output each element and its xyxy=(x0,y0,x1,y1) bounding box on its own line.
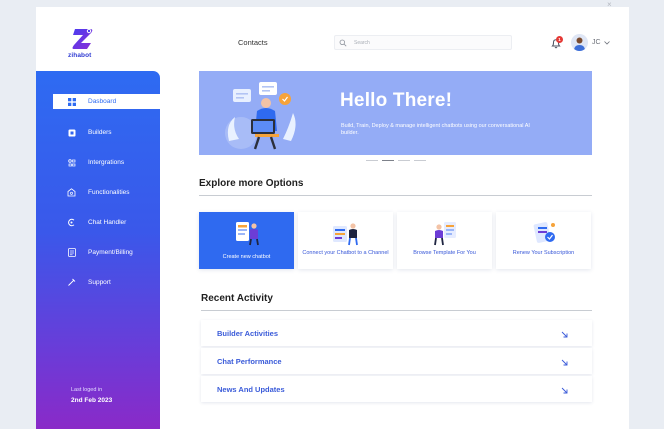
explore-section-title: Explore more Options xyxy=(199,178,304,189)
search-icon xyxy=(339,39,347,47)
activity-row-builder[interactable]: Builder Activities xyxy=(201,320,592,346)
carousel-dot[interactable] xyxy=(382,160,394,161)
divider xyxy=(201,310,592,311)
carousel-indicators xyxy=(366,160,426,161)
arrow-down-right-icon xyxy=(561,331,568,338)
browse-template-card[interactable]: Browse Template For You xyxy=(397,212,492,269)
card-label: Connect your Chatbot to a Channel xyxy=(302,250,389,256)
carousel-dot[interactable] xyxy=(366,160,378,161)
sidebar-item-integrations[interactable]: Intergrations xyxy=(53,155,160,170)
billing-icon xyxy=(67,248,76,257)
sidebar-item-label: Intergrations xyxy=(88,159,125,166)
divider xyxy=(199,195,592,196)
sidebar-item-dashboard[interactable]: Dasboard xyxy=(53,94,160,109)
last-login-label: Last loged in xyxy=(71,387,103,393)
sidebar-item-label: Payment/Billing xyxy=(88,249,133,256)
activity-row-label: News And Updates xyxy=(217,385,285,394)
last-login-date: 2nd Feb 2023 xyxy=(71,397,113,404)
support-icon xyxy=(67,278,76,287)
connect-channel-card[interactable]: Connect your Chatbot to a Channel xyxy=(298,212,393,269)
card-label: Create new chatbot xyxy=(222,254,271,260)
search-bar[interactable] xyxy=(334,35,512,50)
carousel-dot[interactable] xyxy=(398,160,410,161)
close-icon[interactable]: × xyxy=(607,1,612,9)
nav-contacts-link[interactable]: Contacts xyxy=(238,38,268,47)
carousel-dot[interactable] xyxy=(414,160,426,161)
create-chatbot-card[interactable]: Create new chatbot xyxy=(199,212,294,269)
card-label: Browse Template For You xyxy=(413,250,476,256)
avatar[interactable] xyxy=(571,34,588,51)
arrow-down-right-icon xyxy=(561,359,568,366)
activity-row-label: Chat Performance xyxy=(217,357,282,366)
card-label: Renew Your Subscription xyxy=(512,250,575,256)
search-input[interactable] xyxy=(354,36,504,49)
integrations-icon xyxy=(67,158,76,167)
banner-subtitle: Build, Train, Deploy & manage intelligen… xyxy=(341,123,530,136)
brand-name: zihabot xyxy=(68,52,92,59)
browse-template-illustration xyxy=(434,222,456,246)
chat-handler-icon xyxy=(67,218,76,227)
sidebar-item-functionalities[interactable]: Functionalities xyxy=(53,185,160,200)
arrow-down-right-icon xyxy=(561,387,568,394)
zihabot-logo[interactable] xyxy=(69,26,97,52)
activity-row-news[interactable]: News And Updates xyxy=(201,376,592,402)
activity-row-chat-performance[interactable]: Chat Performance xyxy=(201,348,592,374)
welcome-banner: Hello There! Build, Train, Deploy & mana… xyxy=(199,71,592,155)
chevron-down-icon[interactable] xyxy=(604,41,610,45)
renew-subscription-illustration xyxy=(533,222,555,243)
activity-row-label: Builder Activities xyxy=(217,329,278,338)
sidebar-item-billing[interactable]: Payment/Billing xyxy=(53,245,160,260)
renew-subscription-card[interactable]: Renew Your Subscription xyxy=(496,212,591,269)
sidebar-item-label: Chat Handler xyxy=(88,219,127,226)
functionalities-icon xyxy=(67,188,76,197)
banner-title: Hello There! xyxy=(340,90,453,111)
create-chatbot-illustration xyxy=(236,222,259,246)
recent-activity-title: Recent Activity xyxy=(201,293,273,304)
sidebar-item-label: Dasboard xyxy=(88,98,117,105)
sidebar-item-builders[interactable]: Builders xyxy=(53,125,160,140)
notification-badge: 1 xyxy=(556,36,563,43)
sidebar-item-label: Functionalities xyxy=(88,189,130,196)
sidebar-item-label: Support xyxy=(88,279,111,286)
avatar-image xyxy=(571,34,588,51)
sidebar-item-support[interactable]: Support xyxy=(53,275,160,290)
sidebar-item-chat-handler[interactable]: Chat Handler xyxy=(53,215,160,230)
sidebar: Dasboard Builders Intergrations Function… xyxy=(36,71,160,429)
dashboard-grid-icon xyxy=(67,97,76,106)
connect-channel-illustration xyxy=(333,223,358,246)
sidebar-item-label: Builders xyxy=(88,129,112,136)
user-initials[interactable]: JC xyxy=(592,39,601,46)
welcome-illustration xyxy=(225,82,296,150)
builder-icon xyxy=(67,128,76,137)
